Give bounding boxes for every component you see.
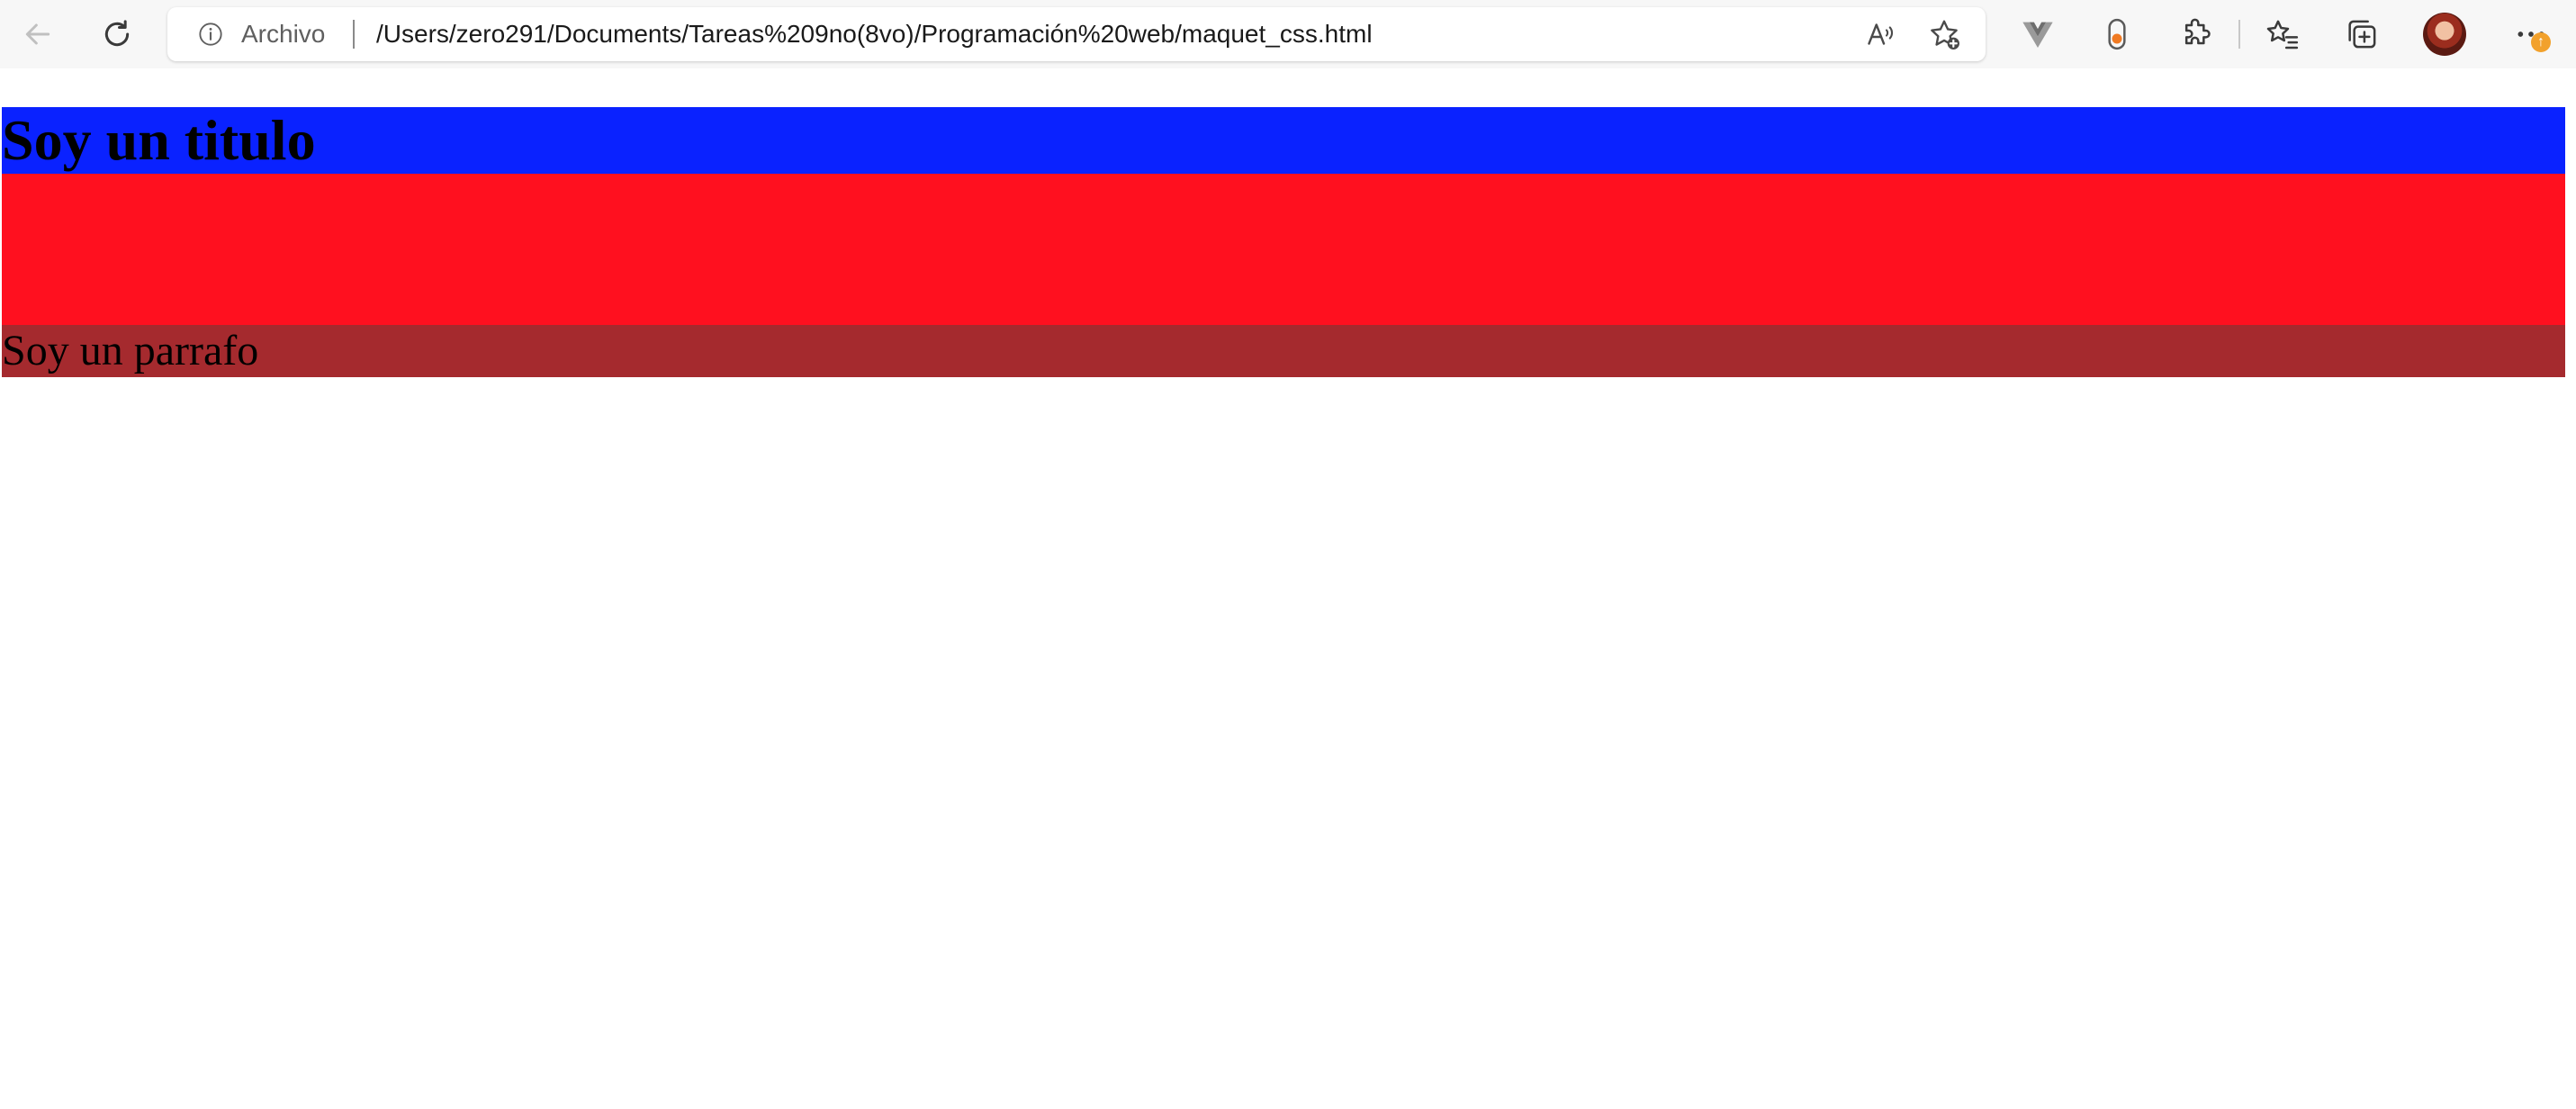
update-badge: ↑	[2531, 32, 2551, 52]
browser-toolbar: Archivo /Users/zero291/Documents/Tareas%…	[0, 0, 2576, 68]
paragraph-section: Soy un parrafo	[2, 325, 2565, 377]
extensions-button[interactable]	[2171, 9, 2221, 59]
read-aloud-button[interactable]	[1863, 16, 1899, 52]
vue-devtools-icon	[2022, 22, 2053, 48]
address-bar[interactable]: Archivo /Users/zero291/Documents/Tareas%…	[167, 7, 1986, 61]
back-arrow-icon	[25, 23, 50, 45]
page-viewport: Soy un titulo Soy un parrafo	[0, 68, 2576, 1109]
paragraph-text: Soy un parrafo	[2, 327, 259, 374]
red-section	[2, 174, 2565, 325]
extension-icon	[2108, 18, 2126, 50]
puzzle-extensions-icon	[2184, 18, 2211, 45]
site-info-label[interactable]: Archivo	[241, 7, 325, 61]
back-button[interactable]	[13, 9, 63, 59]
favorites-icon	[2266, 20, 2299, 50]
title-section: Soy un titulo	[2, 107, 2565, 174]
read-aloud-icon	[1868, 23, 1894, 45]
url-text[interactable]: /Users/zero291/Documents/Tareas%209no(8v…	[376, 7, 1373, 61]
info-icon[interactable]	[198, 22, 223, 47]
extension-button[interactable]	[2092, 9, 2142, 59]
more-menu-button[interactable]	[2506, 9, 2556, 59]
avatar[interactable]	[2423, 13, 2466, 56]
add-favorite-icon	[1931, 20, 1959, 50]
toolbar-divider	[2238, 20, 2240, 49]
add-favorite-button[interactable]	[1926, 16, 1962, 52]
vue-devtools-button[interactable]	[2013, 9, 2063, 59]
page-title: Soy un titulo	[2, 108, 316, 172]
collections-button[interactable]	[2337, 9, 2387, 59]
refresh-button[interactable]	[92, 9, 142, 59]
favorites-button[interactable]	[2257, 9, 2308, 59]
refresh-icon	[104, 20, 130, 47]
address-separator	[353, 20, 355, 49]
collections-icon	[2348, 20, 2376, 49]
